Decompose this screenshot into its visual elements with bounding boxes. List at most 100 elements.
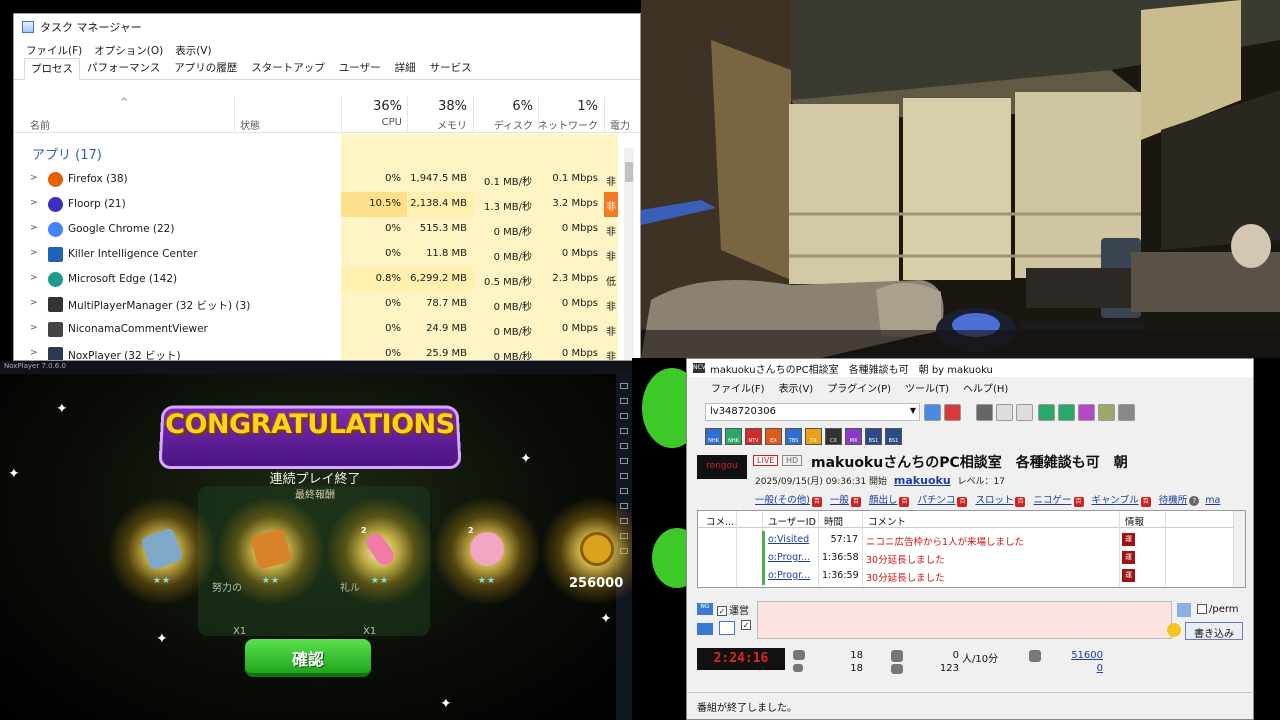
- tag-link[interactable]: 一般(その他): [755, 495, 810, 506]
- tab-performance[interactable]: パフォーマンス: [80, 57, 167, 79]
- nox-tool-icon[interactable]: [620, 428, 628, 434]
- ad-points-link[interactable]: 51600: [1067, 650, 1103, 661]
- channel-button[interactable]: BS1: [885, 428, 902, 445]
- column-info[interactable]: 情報: [1125, 514, 1144, 528]
- tag-link[interactable]: 一般: [830, 495, 849, 506]
- column-disk[interactable]: ディスク: [473, 117, 533, 132]
- toolbar-icon[interactable]: [1016, 404, 1033, 421]
- tab-services[interactable]: サービス: [423, 57, 479, 79]
- memory-total[interactable]: 38%: [407, 99, 467, 114]
- menu-options[interactable]: オプション(O): [94, 43, 163, 58]
- tab-processes[interactable]: プロセス: [24, 58, 80, 80]
- smiley-icon[interactable]: [1167, 623, 1181, 637]
- tab-details[interactable]: 詳細: [388, 57, 423, 79]
- toolbar-icon[interactable]: [996, 404, 1013, 421]
- column-status[interactable]: 状態: [240, 117, 260, 132]
- owner-link[interactable]: makuoku: [894, 474, 951, 487]
- tab-startup[interactable]: スタートアップ: [244, 57, 332, 79]
- menu-tools[interactable]: ツール(T): [905, 380, 949, 395]
- process-row[interactable]: > Killer Intelligence Center 0% 11.8 MB 0 MB…: [14, 242, 618, 267]
- tag-link[interactable]: ギャンブル: [1092, 495, 1139, 506]
- perm-checkbox[interactable]: /perm: [1197, 604, 1239, 615]
- column-time[interactable]: 時間: [824, 514, 843, 528]
- edit-icon[interactable]: [1177, 603, 1191, 617]
- comment-user-id[interactable]: o:Progr...: [768, 570, 810, 581]
- chevron-right-icon[interactable]: >: [30, 223, 38, 233]
- search-icon[interactable]: [1078, 404, 1095, 421]
- list-icon[interactable]: [719, 621, 735, 635]
- help-icon[interactable]: ?: [1189, 496, 1200, 506]
- comment-row[interactable]: o:Visited 57:17 ニコニ広告枠から1人が来場しました 運: [698, 531, 1232, 549]
- tab-users[interactable]: ユーザー: [332, 57, 388, 79]
- chevron-down-icon[interactable]: ▼: [910, 406, 916, 415]
- tag-link[interactable]: パチンコ: [917, 495, 955, 506]
- process-row[interactable]: > Firefox (38) 0% 1,947.5 MB 0.1 MB/秒 0.1 Mbp…: [14, 167, 618, 192]
- nox-tool-icon[interactable]: [620, 473, 628, 479]
- encyclopedia-icon[interactable]: 百: [1140, 497, 1151, 507]
- save-icon[interactable]: [976, 404, 993, 421]
- gift-points-link[interactable]: 0: [1067, 663, 1103, 674]
- chevron-right-icon[interactable]: >: [30, 323, 38, 333]
- encyclopedia-icon[interactable]: 百: [811, 497, 822, 507]
- comment-user-id[interactable]: o:Progr...: [768, 552, 810, 563]
- channel-button[interactable]: NHK: [705, 428, 722, 445]
- comment-row[interactable]: o:Progr... 1:36:59 30分延長しました 運: [698, 567, 1232, 585]
- users-icon[interactable]: [1058, 404, 1075, 421]
- upload-icon[interactable]: [1038, 404, 1055, 421]
- connect-icon[interactable]: [924, 404, 941, 421]
- write-button[interactable]: 書き込み: [1185, 622, 1243, 640]
- menu-view[interactable]: 表示(V): [779, 380, 814, 395]
- ng-icon[interactable]: NG: [697, 603, 713, 615]
- menu-help[interactable]: ヘルプ(H): [963, 380, 1008, 395]
- nox-tool-icon[interactable]: [620, 458, 628, 464]
- channel-button[interactable]: CX: [825, 428, 842, 445]
- column-comment-no[interactable]: コメ...: [706, 514, 734, 528]
- comment-user-id[interactable]: o:Visited: [768, 534, 809, 545]
- comment-row[interactable]: o:Progr... 1:36:58 30分延長しました 運: [698, 549, 1232, 567]
- process-row[interactable]: > Google Chrome (22) 0% 515.3 MB 0 MB/秒 0 Mbp…: [14, 217, 618, 242]
- channel-button[interactable]: NTV: [745, 428, 762, 445]
- chevron-right-icon[interactable]: >: [30, 348, 38, 358]
- process-row[interactable]: > NoxPlayer (32 ビット) 0% 25.9 MB 0 MB/秒 0 Mbps…: [14, 342, 618, 360]
- tag-link[interactable]: 待機所: [1159, 495, 1188, 506]
- nox-tool-icon[interactable]: [620, 413, 628, 419]
- chevron-right-icon[interactable]: >: [30, 198, 38, 208]
- process-row[interactable]: > NiconamaCommentViewer 0% 24.9 MB 0 MB/秒 0 M…: [14, 317, 618, 342]
- process-row[interactable]: > Floorp (21) 10.5% 2,138.4 MB 1.3 MB/秒 3.2 M…: [14, 192, 618, 217]
- tag-link[interactable]: 顔出し: [869, 495, 898, 506]
- channel-button[interactable]: EX: [765, 428, 782, 445]
- column-user-id[interactable]: ユーザーID: [768, 514, 816, 528]
- tag-link[interactable]: ma: [1205, 495, 1220, 506]
- option-checkbox[interactable]: ✓: [741, 620, 753, 631]
- column-comment[interactable]: コメント: [868, 514, 906, 528]
- encyclopedia-icon[interactable]: 百: [1015, 497, 1026, 507]
- nox-tool-icon[interactable]: [620, 398, 628, 404]
- operator-checkbox[interactable]: ✓ 運営: [717, 602, 749, 617]
- live-id-combobox[interactable]: lv348720306 ▼: [705, 403, 920, 421]
- menu-file[interactable]: ファイル(F): [711, 380, 765, 395]
- network-total[interactable]: 1%: [538, 99, 598, 114]
- nox-tool-icon[interactable]: [620, 443, 628, 449]
- cpu-total[interactable]: 36%: [342, 99, 402, 114]
- chevron-right-icon[interactable]: >: [30, 273, 38, 283]
- menu-plugin[interactable]: プラグイン(P): [827, 380, 891, 395]
- group-apps[interactable]: アプリ (17): [32, 144, 102, 163]
- tag-link[interactable]: ニコゲー: [1033, 495, 1071, 506]
- disk-total[interactable]: 6%: [473, 99, 533, 114]
- process-row[interactable]: > MultiPlayerManager (32 ビット) (3) 0% 78.7 M…: [14, 292, 618, 317]
- channel-button[interactable]: BS1: [865, 428, 882, 445]
- confirm-button[interactable]: 確認: [245, 639, 371, 677]
- menu-view[interactable]: 表示(V): [175, 43, 211, 58]
- comment-scrollbar[interactable]: [1233, 511, 1245, 587]
- channel-button[interactable]: MX: [845, 428, 862, 445]
- nox-tool-icon[interactable]: [620, 383, 628, 389]
- menu-file[interactable]: ファイル(F): [26, 43, 82, 58]
- scrollbar-thumb[interactable]: [625, 162, 633, 182]
- toolbar-icon[interactable]: [1098, 404, 1115, 421]
- column-name[interactable]: 名前: [30, 117, 50, 132]
- chevron-right-icon[interactable]: >: [30, 248, 38, 258]
- nox-tool-icon[interactable]: [620, 488, 628, 494]
- column-cpu[interactable]: CPU: [342, 117, 402, 128]
- gear-icon[interactable]: [1118, 404, 1135, 421]
- encyclopedia-icon[interactable]: 百: [957, 497, 968, 507]
